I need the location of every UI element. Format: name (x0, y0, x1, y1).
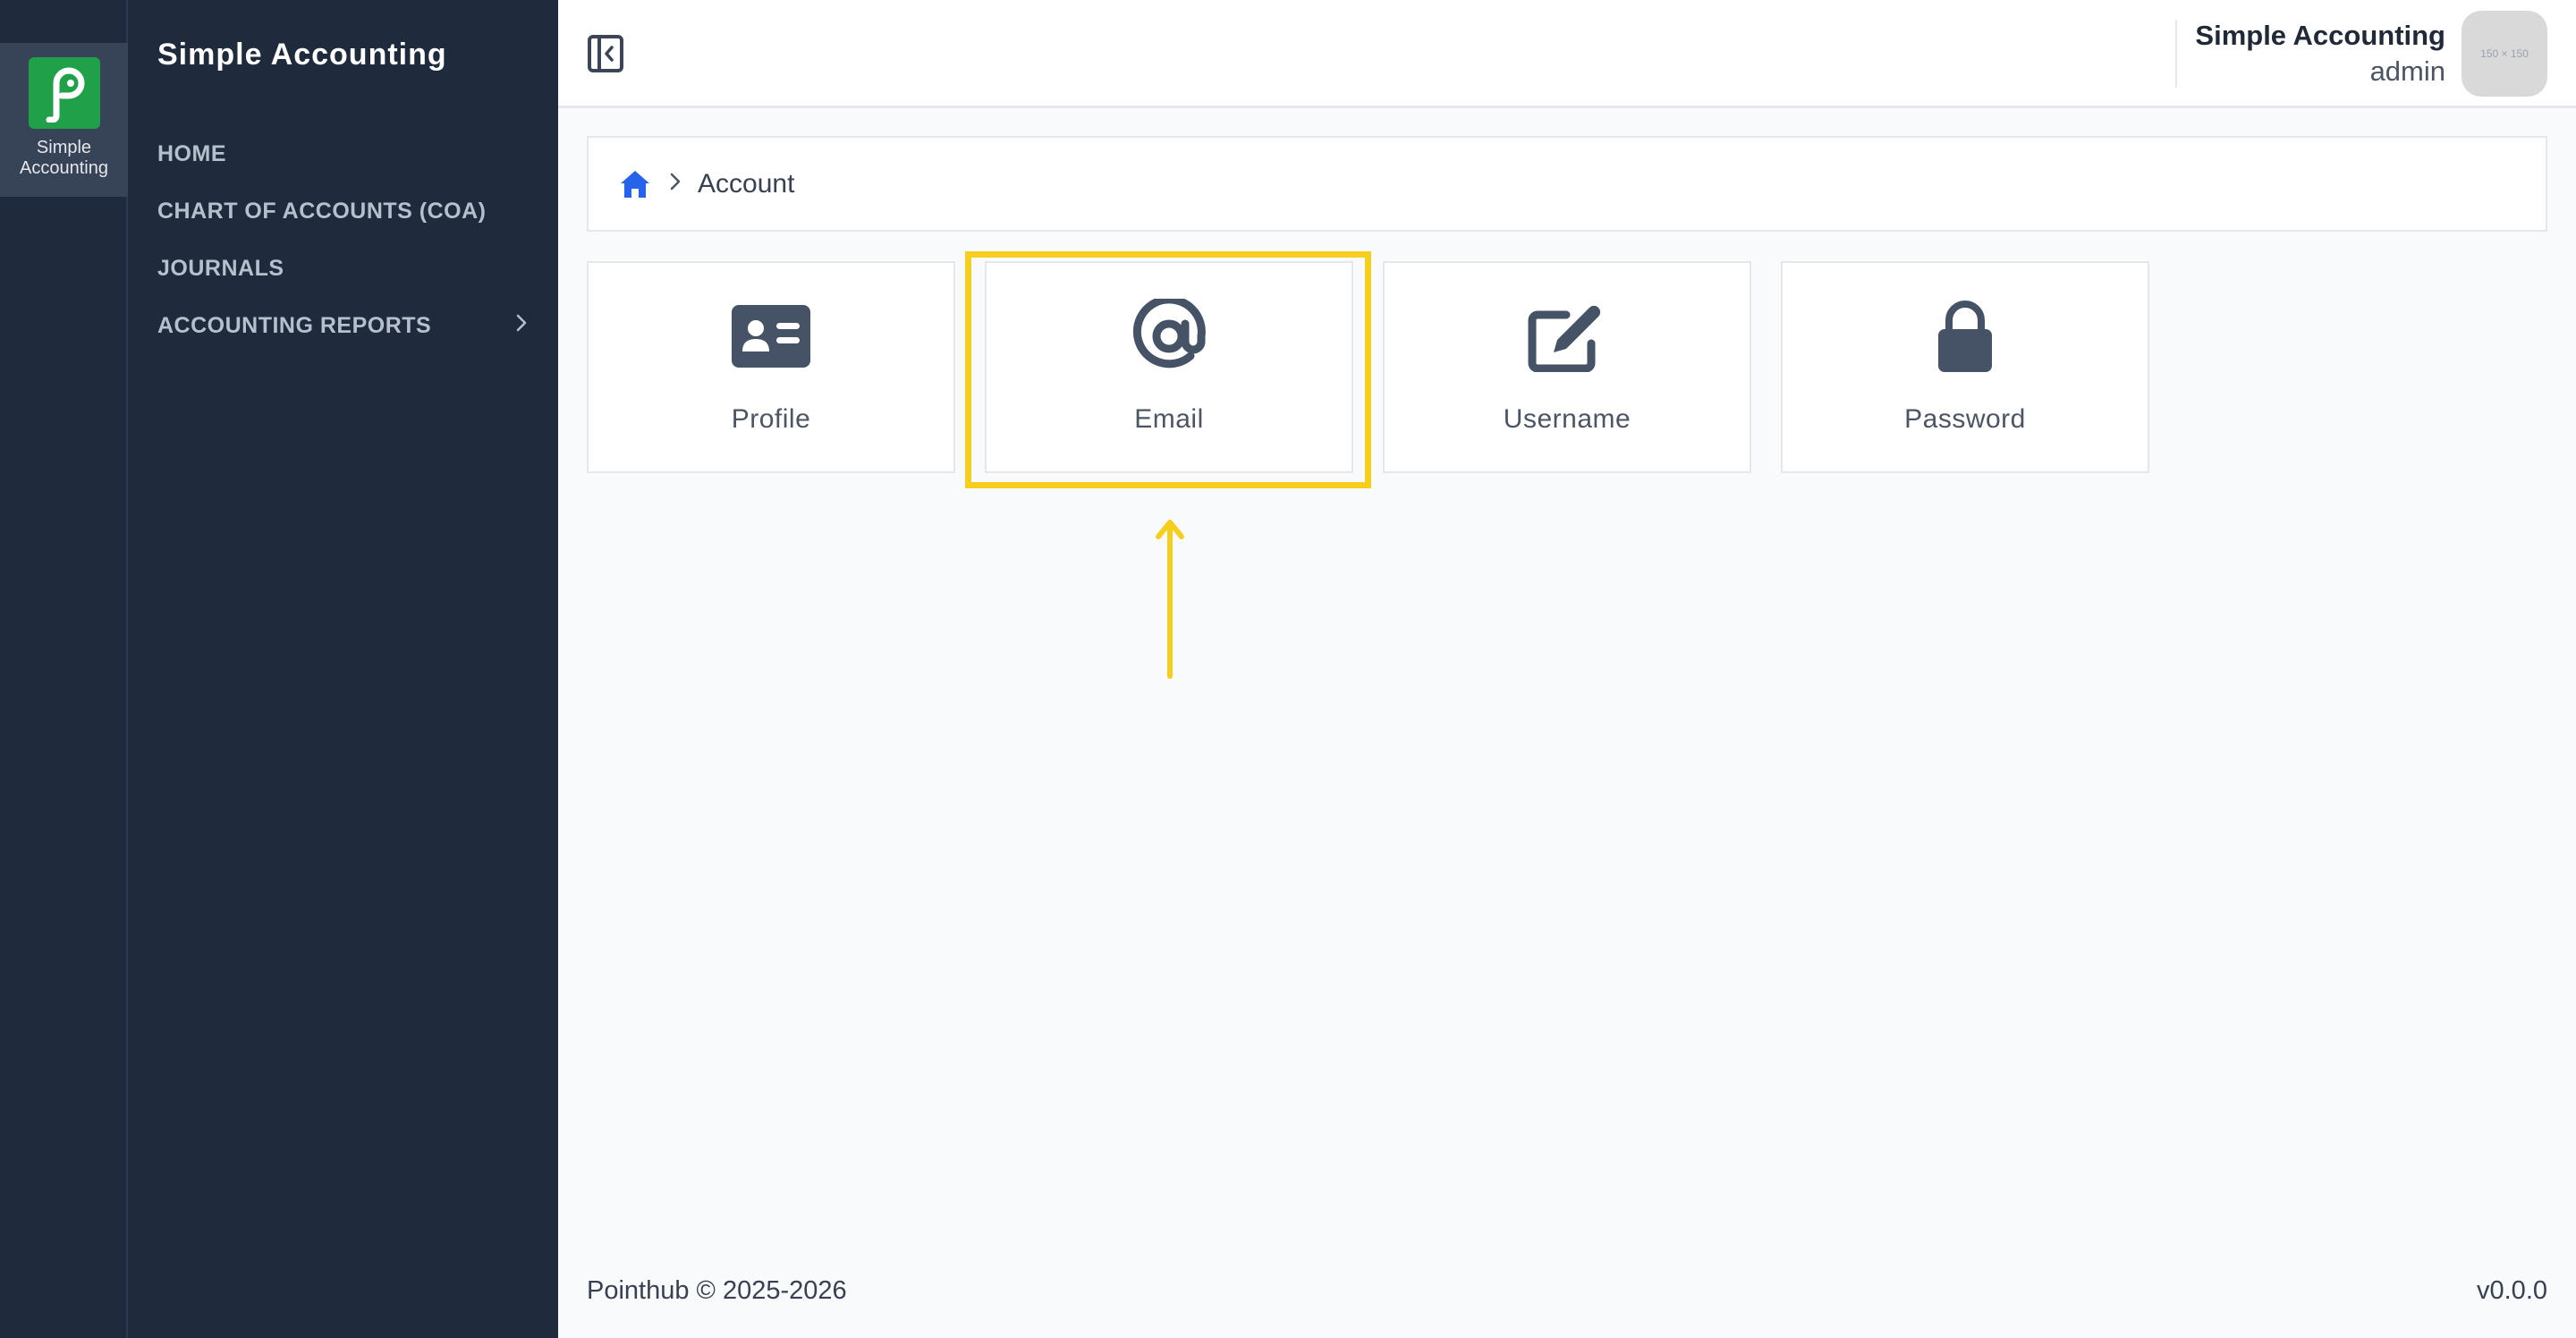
top-header: Simple Accounting admin 150 × 150 (558, 0, 2576, 108)
sidebar-item-home[interactable]: HOME (157, 125, 533, 182)
lock-icon (1922, 299, 2008, 374)
sidebar-title: Simple Accounting (157, 38, 447, 72)
footer-copyright: Pointhub © 2025-2026 (587, 1276, 847, 1305)
avatar[interactable]: 150 × 150 (2462, 11, 2547, 97)
sidebar-item-label: CHART OF ACCOUNTS (COA) (157, 198, 487, 224)
pointhub-logo-icon (46, 67, 84, 123)
header-app-name: Simple Accounting (2195, 20, 2445, 51)
tile-label: Profile (731, 404, 811, 434)
account-tiles: Profile Email Username Password (587, 261, 2149, 473)
header-user-role: admin (2369, 55, 2445, 87)
sidebar-collapse-icon (588, 35, 623, 72)
user-menu[interactable]: Simple Accounting admin (2195, 18, 2445, 89)
id-card-icon (728, 299, 814, 374)
tile-label: Password (1904, 404, 2026, 434)
arrow-up-icon (1156, 520, 1184, 679)
sidebar-item-label: ACCOUNTING REPORTS (157, 312, 432, 338)
breadcrumb-current: Account (698, 168, 795, 199)
profile-tile[interactable]: Profile (587, 261, 955, 473)
chevron-right-icon (515, 313, 528, 338)
app-label: Simple Accounting (20, 138, 108, 178)
edit-icon (1524, 299, 1610, 374)
sidebar: Simple Accounting HOME CHART OF ACCOUNTS… (128, 0, 558, 1338)
password-tile[interactable]: Password (1781, 261, 2149, 473)
footer-version: v0.0.0 (2477, 1276, 2547, 1305)
app-switcher-item[interactable]: Simple Accounting (0, 43, 128, 197)
breadcrumb: Account (587, 136, 2547, 232)
tile-label: Username (1503, 404, 1631, 434)
sidebar-nav: HOME CHART OF ACCOUNTS (COA) JOURNALS AC… (157, 125, 533, 354)
username-tile[interactable]: Username (1383, 261, 1751, 473)
home-icon[interactable] (619, 169, 651, 199)
at-sign-icon (1126, 299, 1212, 374)
sidebar-item-journals[interactable]: JOURNALS (157, 240, 533, 297)
sidebar-toggle-button[interactable] (587, 34, 624, 73)
sidebar-item-accounting-reports[interactable]: ACCOUNTING REPORTS (157, 297, 533, 354)
sidebar-item-label: HOME (157, 140, 226, 166)
sidebar-item-chart-of-accounts[interactable]: CHART OF ACCOUNTS (COA) (157, 182, 533, 240)
email-tile[interactable]: Email (985, 261, 1353, 473)
sidebar-item-label: JOURNALS (157, 255, 284, 281)
tile-label: Email (1134, 404, 1204, 434)
header-divider (2175, 20, 2177, 88)
app-rail: Simple Accounting (0, 0, 128, 1338)
chevron-right-icon (669, 170, 682, 198)
app-logo (28, 57, 100, 129)
